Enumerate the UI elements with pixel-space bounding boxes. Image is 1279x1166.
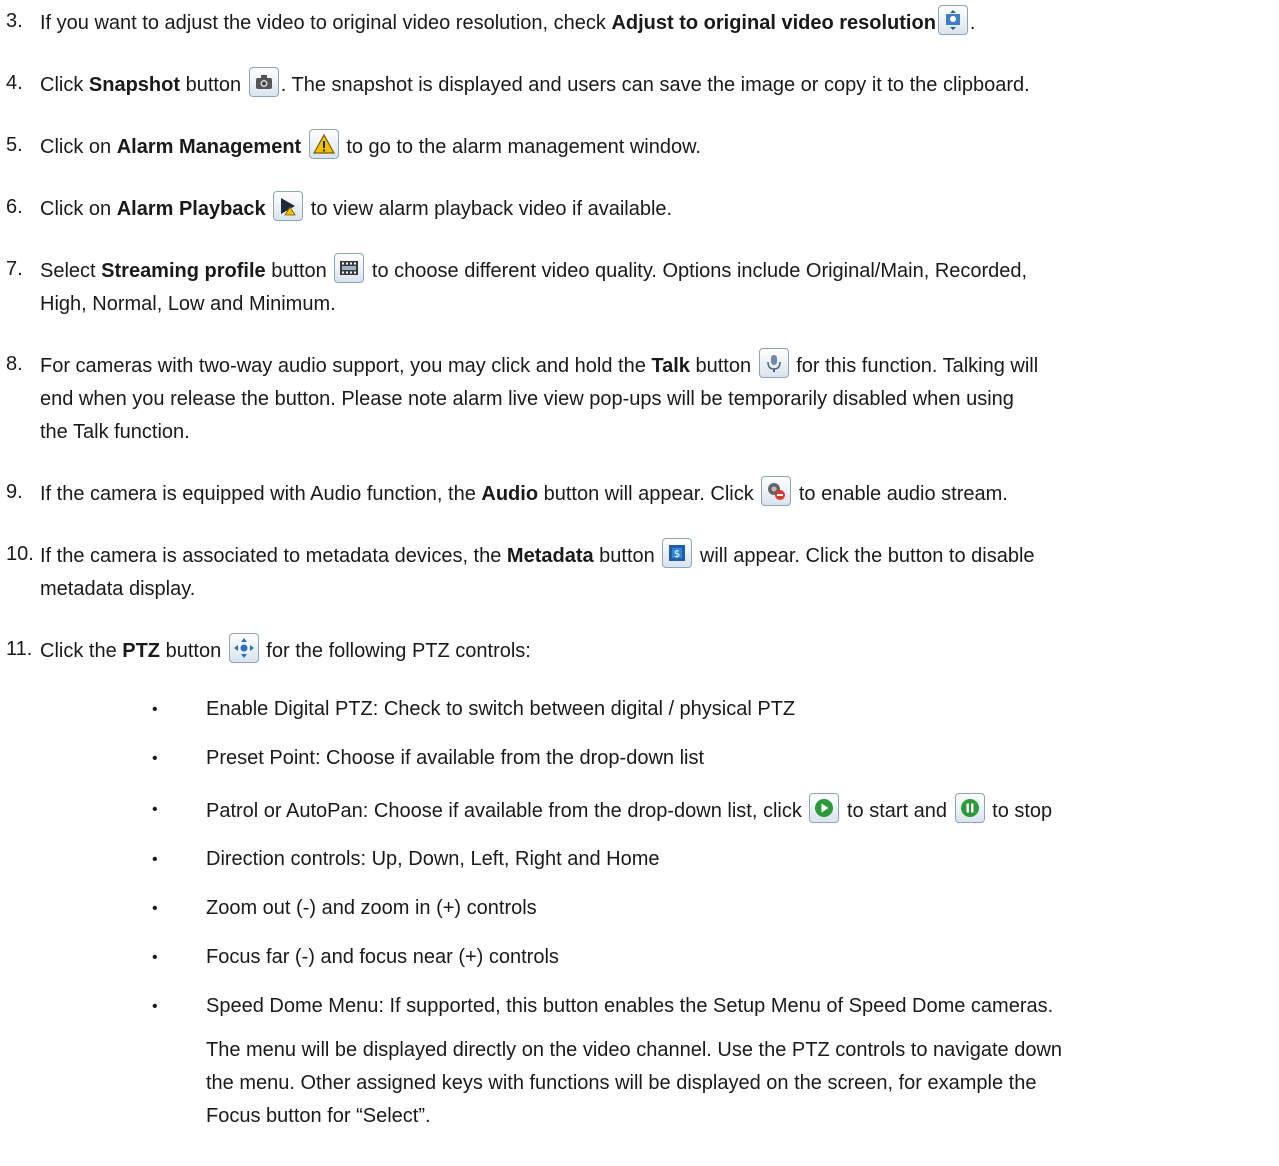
step-text-end: for the following PTZ controls: <box>260 640 531 662</box>
step-number: 11. <box>6 638 33 660</box>
step-text-mid: button <box>593 545 661 567</box>
play-icon <box>809 793 840 823</box>
step-text-mid: button <box>160 640 227 662</box>
microphone-icon <box>758 348 789 378</box>
step-text-mid: button <box>265 260 333 282</box>
film-strip-icon <box>334 253 365 283</box>
step-text-end: to enable audio stream. <box>793 483 1008 505</box>
note-line: The menu will be displayed directly on t… <box>206 1039 1063 1061</box>
step-number: 5. <box>6 134 23 156</box>
step-bold-term: PTZ <box>122 640 161 662</box>
step-text-continued: High, Normal, Low and Minimum. <box>40 293 336 315</box>
ptz-icon <box>228 633 259 663</box>
bullet-dot: • <box>152 750 158 767</box>
step-text-continued-2: the Talk function. <box>40 421 190 443</box>
bullet-dot: • <box>152 701 158 718</box>
step-text: If you want to adjust the video to origi… <box>40 12 612 34</box>
bullet-dot: • <box>152 851 158 868</box>
metadata-icon: $ <box>662 538 693 568</box>
step-text: Click the <box>40 640 123 662</box>
step-text-mid <box>266 198 272 220</box>
step-number: 10. <box>6 543 34 565</box>
step-text: Click <box>40 74 89 96</box>
step-bold-term: Alarm Management <box>116 136 302 158</box>
step-text-end: to go to the alarm management window. <box>340 136 701 158</box>
step-text: Select <box>40 260 102 282</box>
step-text-end: to view alarm playback video if availabl… <box>305 198 673 220</box>
step-bold-term: Audio <box>481 483 539 505</box>
step-text: If the camera is associated to metadata … <box>40 545 507 567</box>
step-text-end: to choose different video quality. Optio… <box>366 260 1028 282</box>
step-text: Click on <box>40 198 117 220</box>
bullet-dot: • <box>152 949 158 966</box>
step-bold-term: Metadata <box>506 545 594 567</box>
note-line: Focus button for “Select”. <box>206 1105 431 1127</box>
step-number: 8. <box>6 353 23 375</box>
step-text: If the camera is equipped with Audio fun… <box>40 483 482 505</box>
step-text-end: . <box>969 12 976 34</box>
bullet-dot: • <box>152 900 158 917</box>
step-bold-term: Adjust to original video resolution <box>611 12 936 34</box>
alarm-playback-icon <box>273 191 304 221</box>
bullet-text: Preset Point: Choose if available from t… <box>206 747 705 769</box>
step-number: 6. <box>6 196 23 218</box>
step-number: 3. <box>6 10 23 32</box>
bullet-text-end: to stop <box>986 800 1053 822</box>
step-number: 7. <box>6 258 23 280</box>
bullet-text: Focus far (-) and focus near (+) control… <box>206 946 559 968</box>
audio-icon <box>761 476 792 506</box>
bullet-text: Patrol or AutoPan: Choose if available f… <box>206 800 808 822</box>
step-bold-term: Streaming profile <box>101 260 266 282</box>
step-text-end: . The snapshot is displayed and users ca… <box>280 74 1030 96</box>
step-text-end: for this function. Talking will <box>790 355 1039 377</box>
bullet-text-mid: to start and <box>841 800 953 822</box>
step-text: For cameras with two-way audio support, … <box>40 355 652 377</box>
step-text-mid: button <box>180 74 247 96</box>
step-text: Click on <box>40 136 117 158</box>
bullet-dot: • <box>152 801 158 818</box>
note-line: the menu. Other assigned keys with funct… <box>206 1072 1037 1094</box>
bullet-text: Zoom out (-) and zoom in (+) controls <box>206 897 537 919</box>
step-number: 9. <box>6 481 23 503</box>
bullet-text: Enable Digital PTZ: Check to switch betw… <box>206 698 796 720</box>
step-bold-term: Alarm Playback <box>116 198 266 220</box>
adjust-resolution-icon <box>937 5 968 35</box>
alarm-warning-icon <box>308 129 339 159</box>
step-text-mid <box>301 136 307 158</box>
step-text-end: will appear. Click the button to disable <box>694 545 1035 567</box>
step-bold-term: Talk <box>651 355 690 377</box>
step-text-mid: button will appear. Click <box>538 483 760 505</box>
camera-icon <box>248 67 279 97</box>
bullet-text: Speed Dome Menu: If supported, this butt… <box>206 995 1054 1017</box>
step-text-mid: button <box>689 355 757 377</box>
step-text-continued: metadata display. <box>40 578 196 600</box>
svg-text:$: $ <box>674 549 680 560</box>
pause-icon <box>954 793 985 823</box>
step-number: 4. <box>6 72 23 94</box>
bullet-text: Direction controls: Up, Down, Left, Righ… <box>206 848 660 870</box>
bullet-dot: • <box>152 998 158 1015</box>
step-text-continued: end when you release the button. Please … <box>40 388 1014 410</box>
step-bold-term: Snapshot <box>88 74 181 96</box>
